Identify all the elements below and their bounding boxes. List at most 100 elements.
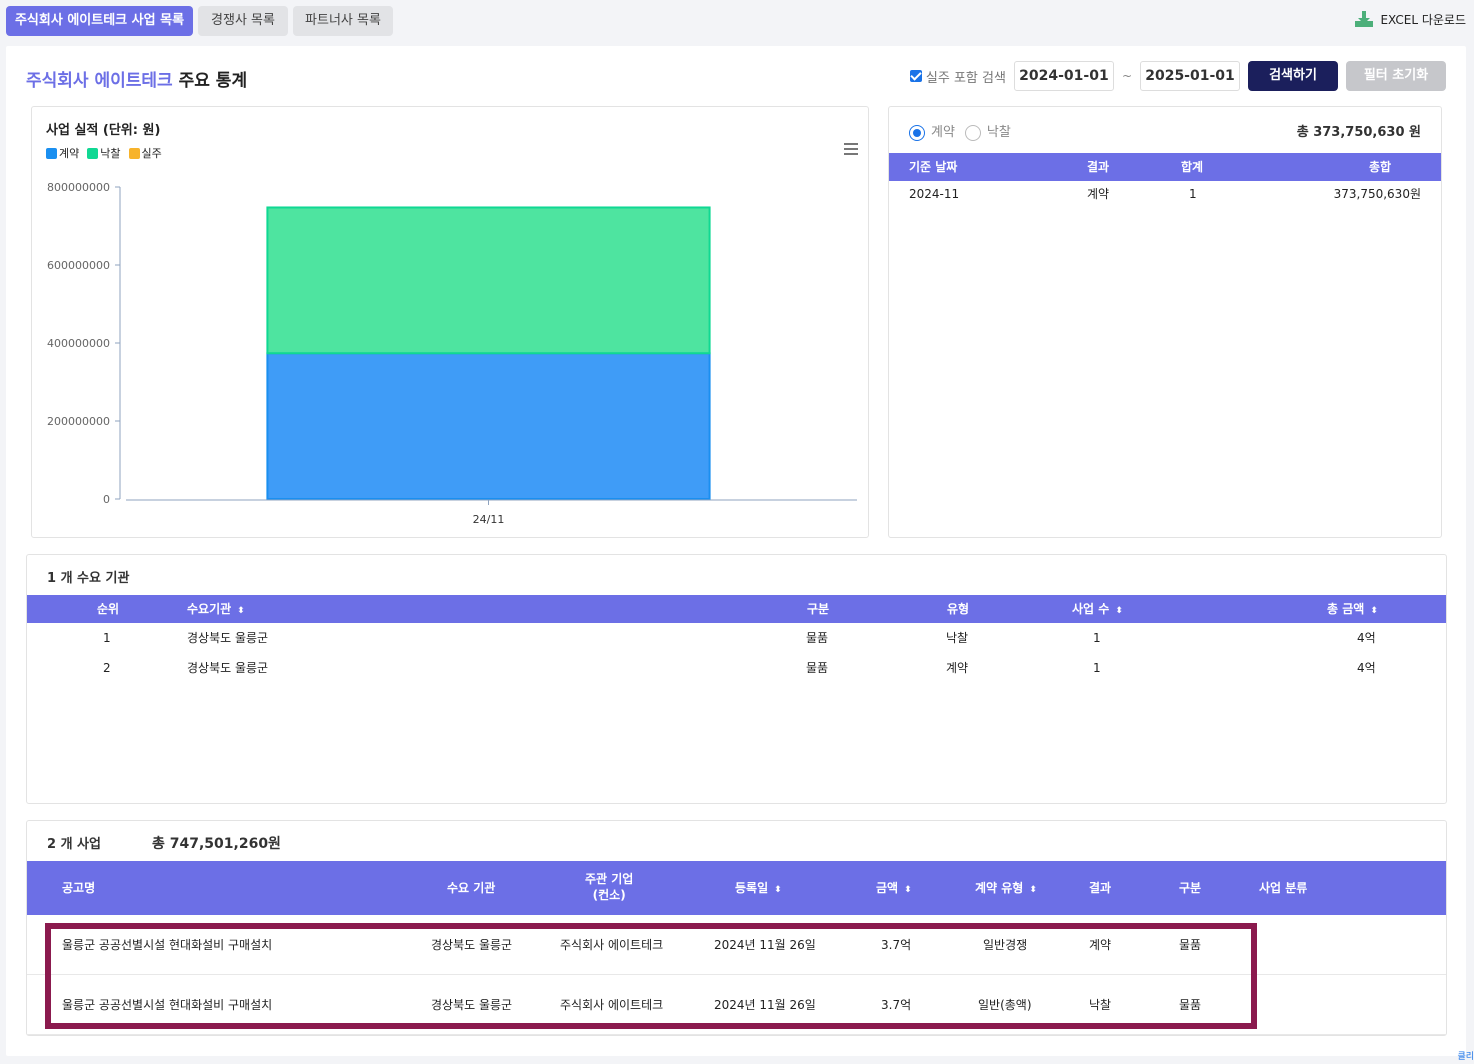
col-reg-date-label: 등록일: [735, 881, 769, 895]
table-row: 2 경상북도 울릉군 물품 계약 1 4억: [27, 653, 1446, 683]
col-reg-date[interactable]: 등록일 ⬍: [735, 861, 782, 917]
cell-agency: 경상북도 울릉군: [187, 631, 269, 645]
chart-bars: [266, 206, 711, 500]
summary-total: 총 373,750,630 원: [1296, 125, 1421, 140]
y-tick-label: 0: [103, 493, 110, 506]
col-consortium-label: (컨소): [592, 888, 626, 902]
agency-table-card: 1 개 수요 기관 순위 수요기관 ⬍ 구분 유형 사업 수 ⬍ 총 금액 ⬍ 1 경…: [26, 554, 1447, 804]
include-lost-label: 실주 포함 검색: [925, 70, 1006, 86]
excel-download-label: EXCEL 다운로드: [1380, 12, 1466, 27]
cell-amount: 4억: [1357, 661, 1376, 675]
col-result: 결과: [1087, 160, 1110, 174]
col-classification: 사업 분류: [1259, 881, 1308, 895]
agency-count-title: 1 개 수요 기관: [47, 571, 130, 586]
sort-icon[interactable]: ⬍: [774, 885, 782, 895]
include-lost-checkbox[interactable]: 실주 포함 검색: [909, 67, 1006, 86]
reset-filter-button[interactable]: 필터 초기화: [1346, 61, 1446, 91]
highlight-box: [45, 923, 1257, 1029]
col-contract-type[interactable]: 계약 유형 ⬍: [975, 861, 1037, 917]
y-tick-label: 400000000: [47, 337, 110, 350]
cell-count: 1: [1093, 631, 1101, 645]
agency-table-header: 순위 수요기관 ⬍ 구분 유형 사업 수 ⬍ 총 금액 ⬍: [27, 595, 1446, 623]
start-date-input[interactable]: 2024-01-01: [1013, 61, 1114, 91]
sort-icon[interactable]: ⬍: [237, 606, 245, 616]
sort-icon[interactable]: ⬍: [904, 885, 912, 895]
bar-contract: [266, 352, 711, 500]
radio-award-label: 낙찰: [986, 125, 1011, 140]
page-title-suffix: 주요 통계: [172, 71, 248, 91]
cell-count: 1: [1093, 661, 1101, 675]
col-amount[interactable]: 금액 ⬍: [876, 861, 912, 917]
col-type: 유형: [947, 602, 970, 616]
y-tick-label: 200000000: [47, 415, 110, 428]
tab-company-projects[interactable]: 주식회사 에이트테크 사업 목록: [6, 6, 193, 36]
col-amount-label: 금액: [876, 881, 899, 895]
summary-card: 계약 낙찰 총 373,750,630 원 기준 날짜 결과 합계 총합 202…: [888, 106, 1442, 538]
page-title-company: 주식회사 에이트테크: [26, 71, 173, 91]
cell-category: 물품: [806, 631, 829, 645]
performance-chart-card: 사업 실적 (단위: 원) 계약 낙찰 실주 800000000 60000000…: [31, 106, 869, 538]
col-count: 합계: [1181, 160, 1204, 174]
corner-label: 클리: [1457, 1052, 1474, 1062]
col-project-count[interactable]: 사업 수 ⬍: [1072, 595, 1123, 625]
filter-bar: 실주 포함 검색 2024-01-01 ~ 2025-01-01 검색하기 필터…: [909, 61, 1446, 91]
col-category: 구분: [1179, 881, 1202, 895]
col-total-amount-label: 총 금액: [1327, 602, 1365, 616]
radio-contract[interactable]: 계약: [909, 121, 955, 141]
sort-icon[interactable]: ⬍: [1115, 606, 1123, 616]
radio-on-icon[interactable]: [909, 124, 925, 141]
col-date: 기준 날짜: [909, 160, 958, 174]
cell-rank: 1: [103, 631, 111, 645]
col-notice-name: 공고명: [62, 881, 96, 895]
tab-partners[interactable]: 파트너사 목록: [293, 6, 393, 36]
checkbox-icon[interactable]: [909, 70, 922, 82]
col-lead-company-label: 주관 기업: [585, 872, 634, 886]
cell-date: 2024-11: [909, 187, 960, 201]
x-tick-label: 24/11: [473, 513, 505, 526]
cell-sum: 373,750,630원: [1333, 187, 1421, 201]
col-project-count-label: 사업 수: [1072, 602, 1110, 616]
sort-icon[interactable]: ⬍: [1029, 885, 1037, 895]
summary-table-header: 기준 날짜 결과 합계 총합: [889, 153, 1441, 181]
y-tick-label: 800000000: [47, 181, 110, 194]
col-total-amount[interactable]: 총 금액 ⬍: [1327, 595, 1378, 625]
sort-icon[interactable]: ⬍: [1370, 606, 1378, 616]
radio-off-icon[interactable]: [964, 124, 981, 141]
col-demand-agency: 수요 기관: [447, 881, 496, 895]
date-separator: ~: [1121, 69, 1132, 83]
bar-award: [266, 206, 711, 355]
result-radio-group: 계약 낙찰: [909, 121, 1011, 141]
top-bar: 주식회사 에이트테크 사업 목록 경쟁사 목록 파트너사 목록 EXCEL 다운…: [0, 0, 1474, 44]
excel-download-button[interactable]: EXCEL 다운로드: [1354, 10, 1466, 28]
col-agency-label: 수요기관: [187, 602, 232, 616]
col-contract-type-label: 계약 유형: [975, 881, 1024, 895]
projects-table-card: 2 개 사업 총 747,501,260원 공고명 수요 기관 주관 기업 (컨소…: [26, 820, 1447, 1036]
end-date-input[interactable]: 2025-01-01: [1140, 61, 1240, 91]
download-icon: [1355, 11, 1374, 27]
x-axis: 24/11: [126, 499, 857, 526]
col-agency[interactable]: 수요기관 ⬍: [187, 595, 245, 625]
cell-count: 1: [1189, 187, 1197, 201]
radio-contract-label: 계약: [931, 125, 955, 140]
cell-agency: 경상북도 울릉군: [187, 661, 269, 675]
cell-rank: 2: [103, 661, 111, 675]
col-result: 결과: [1089, 881, 1112, 895]
main-panel: 주식회사 에이트테크 주요 통계 실주 포함 검색 2024-01-01 ~ 2…: [6, 46, 1466, 1056]
table-row: 2024-11 계약 1 373,750,630원: [889, 181, 1441, 207]
cell-result: 계약: [1087, 187, 1110, 201]
search-button[interactable]: 검색하기: [1248, 61, 1338, 91]
y-axis: 800000000 600000000 400000000 200000000 0: [47, 181, 121, 506]
page-title: 주식회사 에이트테크 주요 통계: [26, 66, 247, 91]
col-sum: 총합: [1369, 160, 1392, 174]
cell-type: 낙찰: [946, 631, 969, 645]
col-rank: 순위: [97, 602, 120, 616]
tab-competitors[interactable]: 경쟁사 목록: [198, 6, 288, 36]
chart-plot: 800000000 600000000 400000000 200000000 0 24…: [47, 181, 857, 526]
radio-award[interactable]: 낙찰: [964, 121, 1011, 141]
projects-table-header: 공고명 수요 기관 주관 기업 (컨소) 등록일 ⬍ 금액 ⬍ 계약 유형 ⬍ 결과 구…: [27, 861, 1446, 915]
cell-type: 계약: [946, 661, 969, 675]
table-row: 1 경상북도 울릉군 물품 낙찰 1 4억: [27, 623, 1446, 653]
cell-amount: 4억: [1357, 631, 1376, 645]
project-count-title: 2 개 사업: [47, 837, 101, 852]
col-category: 구분: [807, 602, 830, 616]
